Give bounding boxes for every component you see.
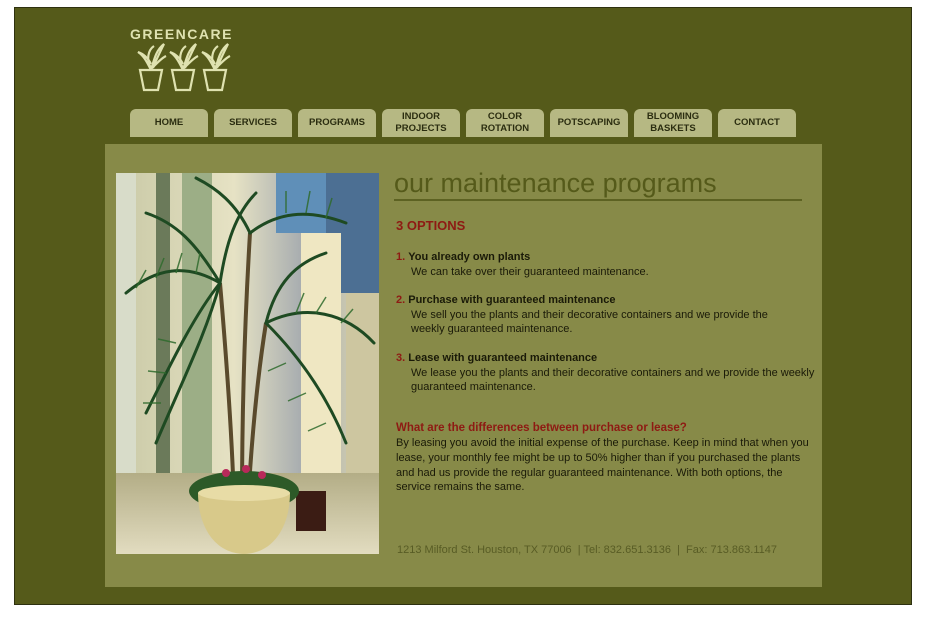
option-description: We lease you the plants and their decora… [411, 366, 815, 394]
nav-tab[interactable]: PROGRAMS [298, 109, 376, 137]
nav-tab[interactable]: SERVICES [214, 109, 292, 137]
nav-tab[interactable]: BLOOMING BASKETS [634, 109, 712, 137]
option-title: Purchase with guaranteed maintenance [408, 294, 616, 306]
difference-question: What are the differences between purchas… [396, 422, 687, 434]
nav-tab[interactable]: COLOR ROTATION [466, 109, 544, 137]
nav-tab[interactable]: POTSCAPING [550, 109, 628, 137]
brand-name: GREENCARE [130, 26, 233, 42]
page-title: our maintenance programs [394, 168, 802, 201]
option-item: 2. Purchase with guaranteed maintenance … [396, 293, 816, 337]
options-title: 3 OPTIONS [396, 218, 466, 233]
option-description: We can take over their guaranteed mainte… [411, 265, 649, 278]
option-number: 1. [396, 251, 406, 263]
option-item: 1. You already own plants We can take ov… [396, 250, 816, 279]
nav-tab[interactable]: CONTACT [718, 109, 796, 137]
content-panel: our maintenance programs 3 OPTIONS 1. Yo… [105, 144, 822, 587]
page-frame: GREENCARE HOME SERVICES PROGRAMS INDOOR PRO… [14, 7, 912, 605]
option-number: 2. [396, 294, 406, 306]
option-number: 3. [396, 352, 406, 364]
option-description: We sell you the plants and their decorat… [411, 308, 768, 336]
option-title: Lease with guaranteed maintenance [408, 352, 598, 364]
palm-plant-in-planter-image [116, 173, 379, 554]
nav-tab[interactable]: HOME [130, 109, 208, 137]
option-title: You already own plants [408, 251, 531, 263]
logo[interactable]: GREENCARE [130, 26, 250, 98]
contact-footer: 1213 Milford St. Houston, TX 77006 | Tel… [397, 544, 777, 556]
potted-plants-icon [137, 42, 232, 92]
nav-tab[interactable]: INDOOR PROJECTS [382, 109, 460, 137]
difference-answer: By leasing you avoid the initial expense… [396, 437, 809, 494]
option-item: 3. Lease with guaranteed maintenance We … [396, 351, 816, 395]
